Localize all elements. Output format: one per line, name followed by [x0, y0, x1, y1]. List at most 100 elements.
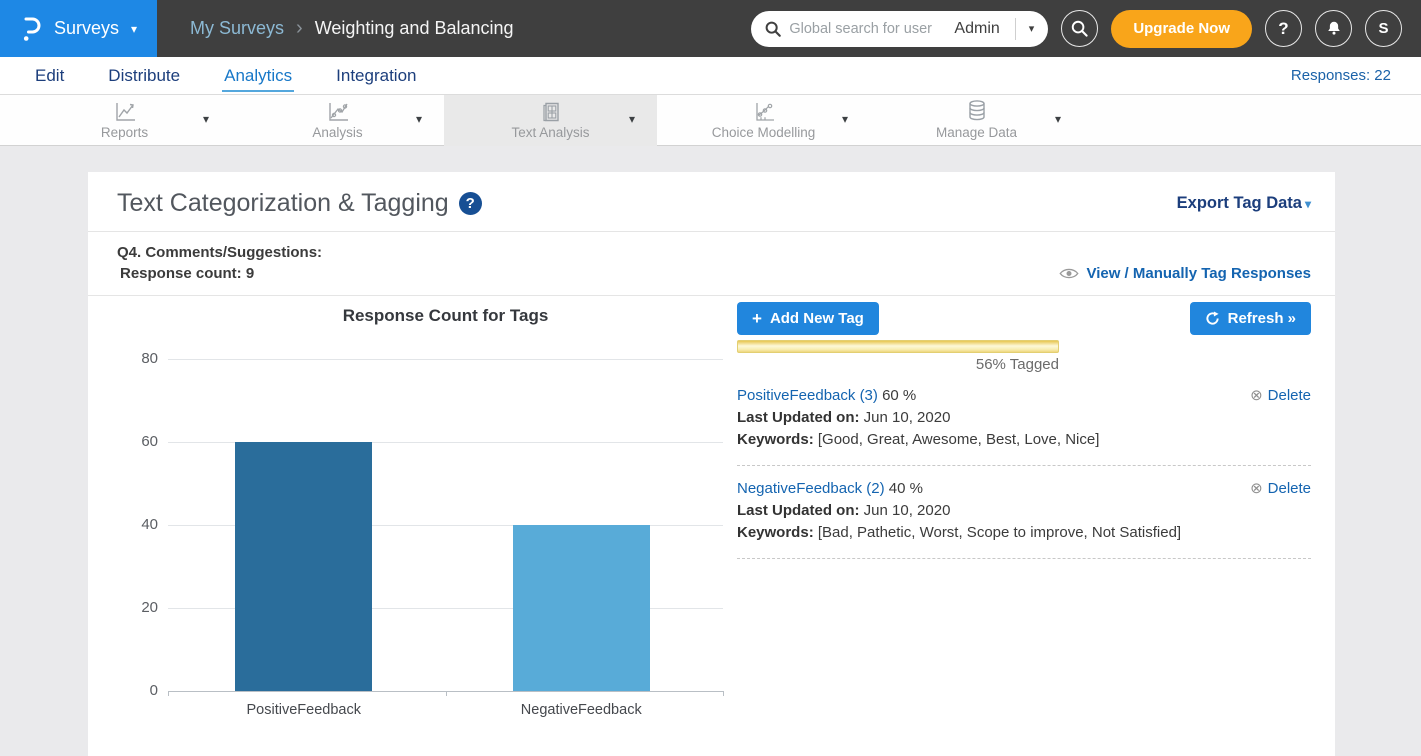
tag-percent: 40 %	[889, 480, 923, 497]
question-mark-icon: ?	[1278, 19, 1288, 39]
view-manually-tag-link[interactable]: View / Manually Tag Responses	[1059, 265, 1311, 284]
y-axis-tick: 0	[114, 682, 158, 699]
tagged-percent-label: 56% Tagged	[737, 356, 1059, 373]
document-grid-icon	[540, 101, 562, 123]
search-scope-label: Admin	[954, 20, 999, 38]
tab-label: Choice Modelling	[712, 125, 816, 140]
avatar[interactable]: S	[1365, 10, 1402, 47]
top-header: Surveys ▾ My Surveys › Weighting and Bal…	[0, 0, 1421, 57]
chevron-down-icon: ▾	[131, 22, 137, 36]
line-chart-icon	[113, 101, 137, 123]
card-header: Text Categorization & Tagging ? Export T…	[88, 172, 1335, 232]
choice-chart-icon	[752, 101, 776, 123]
search-icon	[764, 20, 782, 38]
breadcrumb-separator-icon: ›	[296, 17, 303, 40]
delete-tag-button[interactable]: ⊗ Delete	[1250, 385, 1311, 407]
analytics-tabstrip: Reports ▾ Analysis ▾ Text Analys	[0, 95, 1421, 146]
keywords-label: Keywords:	[737, 524, 814, 541]
responses-count: Responses: 22	[1291, 67, 1391, 84]
tab-choice-modelling[interactable]: Choice Modelling ▾	[657, 95, 870, 146]
nav-item-analytics[interactable]: Analytics	[222, 59, 294, 92]
nav-item-edit[interactable]: Edit	[33, 59, 66, 92]
tab-label: Analysis	[312, 125, 362, 140]
refresh-button[interactable]: Refresh »	[1190, 302, 1311, 335]
scatter-chart-icon	[326, 101, 350, 123]
chevron-down-icon[interactable]: ▾	[842, 112, 848, 126]
breadcrumb: My Surveys › Weighting and Balancing	[190, 17, 514, 40]
refresh-icon	[1205, 311, 1220, 326]
header-actions: Admin ▾ Upgrade Now ? S	[751, 10, 1421, 48]
x-axis-category-label: NegativeFeedback	[471, 702, 691, 718]
last-updated-value: Jun 10, 2020	[864, 409, 951, 426]
x-axis-category-label: PositiveFeedback	[194, 702, 414, 718]
help-button[interactable]: ?	[1265, 10, 1302, 47]
chart-title: Response Count for Tags	[168, 306, 723, 326]
tab-label: Reports	[101, 125, 148, 140]
bar-NegativeFeedback[interactable]	[513, 525, 650, 691]
question-label: Q4. Comments/Suggestions:	[117, 242, 322, 263]
bell-icon	[1325, 19, 1343, 38]
keywords-value: [Bad, Pathetic, Worst, Scope to improve,…	[818, 524, 1181, 541]
response-count-label: Response count: 9	[117, 263, 322, 284]
avatar-initial: S	[1378, 20, 1388, 37]
export-tag-data-button[interactable]: Export Tag Data▾	[1177, 194, 1311, 213]
tag-name-link[interactable]: NegativeFeedback (2)	[737, 480, 885, 497]
y-axis-tick: 80	[114, 350, 158, 367]
last-updated-label: Last Updated on:	[737, 409, 860, 426]
tab-manage-data[interactable]: Manage Data ▾	[870, 95, 1083, 146]
tab-reports[interactable]: Reports ▾	[18, 95, 231, 146]
tab-analysis[interactable]: Analysis ▾	[231, 95, 444, 146]
last-updated-label: Last Updated on:	[737, 502, 860, 519]
brand-product-label: Surveys	[54, 18, 119, 39]
chevron-down-icon: ▾	[1305, 197, 1311, 211]
last-updated-value: Jun 10, 2020	[864, 502, 951, 519]
y-axis-tick: 40	[114, 516, 158, 533]
chevron-down-icon[interactable]: ▾	[629, 112, 635, 126]
page-body: Text Categorization & Tagging ? Export T…	[0, 172, 1421, 756]
questionpro-logo-icon	[20, 15, 42, 43]
global-search-input[interactable]	[789, 21, 947, 37]
search-scope-divider	[1015, 18, 1016, 40]
section-nav: Edit Distribute Analytics Integration Re…	[0, 57, 1421, 95]
search-button[interactable]	[1061, 10, 1098, 47]
question-bar: Q4. Comments/Suggestions: Response count…	[88, 232, 1335, 296]
page-title: Text Categorization & Tagging	[117, 189, 449, 218]
text-categorization-card: Text Categorization & Tagging ? Export T…	[88, 172, 1335, 756]
tab-text-analysis[interactable]: Text Analysis ▾	[444, 95, 657, 146]
chevron-down-icon[interactable]: ▾	[1055, 112, 1061, 126]
chevron-down-icon[interactable]: ▾	[203, 112, 209, 126]
upgrade-now-button[interactable]: Upgrade Now	[1111, 10, 1252, 48]
tag-row: NegativeFeedback (2) 40 % ⊗ Delete Last …	[737, 466, 1311, 559]
tab-label: Manage Data	[936, 125, 1017, 140]
bar-PositiveFeedback[interactable]	[235, 442, 372, 691]
y-axis-tick: 20	[114, 599, 158, 616]
nav-item-integration[interactable]: Integration	[334, 59, 418, 92]
tagged-progress-bar	[737, 340, 1059, 353]
nav-item-distribute[interactable]: Distribute	[106, 59, 182, 92]
add-new-tag-button[interactable]: + Add New Tag	[737, 302, 879, 335]
database-icon	[965, 101, 989, 123]
tag-name-link[interactable]: PositiveFeedback (3)	[737, 387, 878, 404]
card-content: Response Count for Tags 0 20 40 60 80 Positiv…	[88, 296, 1335, 742]
keywords-value: [Good, Great, Awesome, Best, Love, Nice]	[818, 431, 1100, 448]
tag-row: PositiveFeedback (3) 60 % ⊗ Delete Last …	[737, 373, 1311, 466]
help-icon[interactable]: ?	[459, 192, 482, 215]
circled-x-icon: ⊗	[1250, 478, 1263, 500]
global-search-box[interactable]: Admin ▾	[751, 11, 1048, 47]
search-scope-caret-icon[interactable]: ▾	[1027, 22, 1037, 35]
delete-tag-button[interactable]: ⊗ Delete	[1250, 478, 1311, 500]
breadcrumb-my-surveys[interactable]: My Surveys	[190, 18, 284, 39]
response-count-chart: Response Count for Tags 0 20 40 60 80 Positiv…	[110, 304, 737, 734]
notifications-button[interactable]	[1315, 10, 1352, 47]
product-switcher[interactable]: Surveys ▾	[0, 0, 157, 57]
keywords-label: Keywords:	[737, 431, 814, 448]
circled-x-icon: ⊗	[1250, 385, 1263, 407]
tab-label: Text Analysis	[511, 125, 589, 140]
tag-panel: + Add New Tag Refresh » 56	[737, 302, 1311, 559]
chevron-down-icon[interactable]: ▾	[416, 112, 422, 126]
plus-icon: +	[752, 310, 762, 327]
tag-percent: 60 %	[882, 387, 916, 404]
eye-icon	[1059, 267, 1079, 280]
y-axis-tick: 60	[114, 433, 158, 450]
breadcrumb-current-survey: Weighting and Balancing	[315, 18, 514, 39]
